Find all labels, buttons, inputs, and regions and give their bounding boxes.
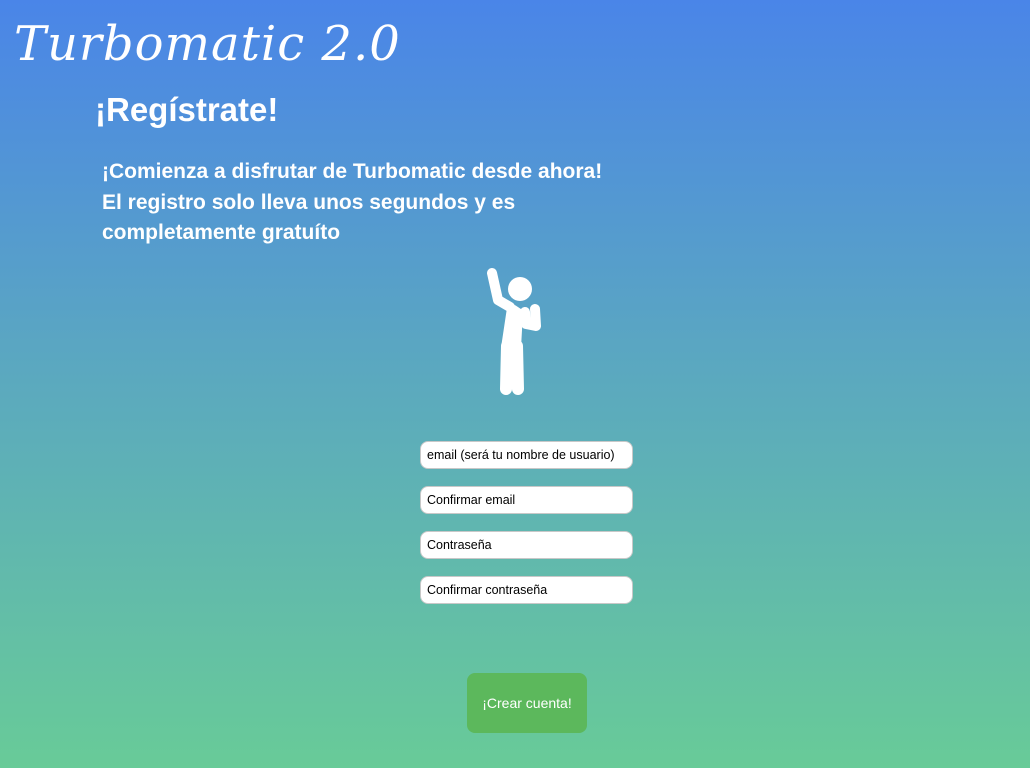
figure-bent-arm [520,304,541,331]
cheering-person-icon [487,268,541,395]
intro-text: ¡Comienza a disfrutar de Turbomatic desd… [102,160,603,244]
create-account-button[interactable]: ¡Crear cuenta! [467,673,587,733]
password-field[interactable] [420,531,633,559]
app-title: Turbomatic 2.0 [14,16,401,72]
figure-left-leg [500,340,513,395]
figure-right-leg [511,340,524,395]
email-field[interactable] [420,441,633,469]
confirm-email-field[interactable] [420,486,633,514]
figure-raised-arm [487,268,515,312]
figure-head [508,277,532,301]
confirm-password-field[interactable] [420,576,633,604]
page-heading: ¡Regístrate! [95,91,279,128]
